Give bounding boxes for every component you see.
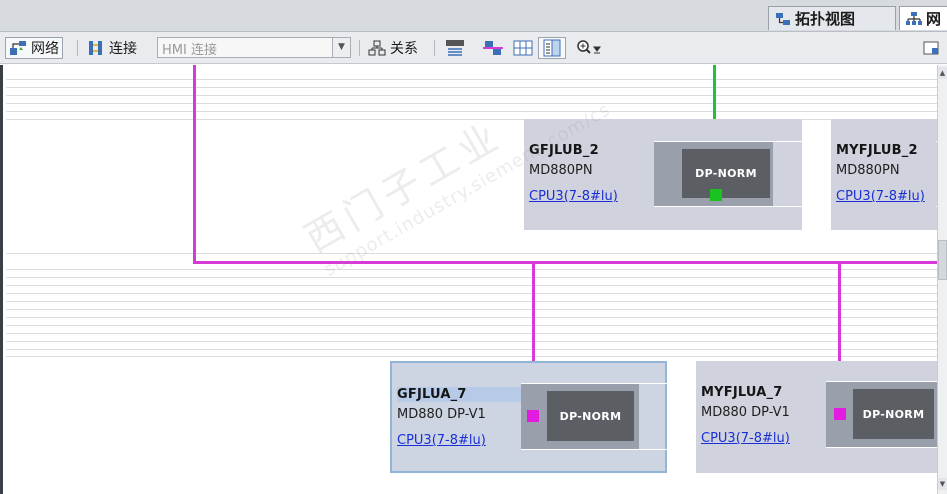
toolbar-separator xyxy=(77,40,78,56)
dp-norm-module[interactable]: DP-NORM xyxy=(853,389,934,439)
topology-view-icon xyxy=(776,12,790,25)
scroll-down-icon[interactable]: ▼ xyxy=(938,478,947,490)
rail-line xyxy=(6,111,937,112)
connection-mode-button[interactable]: 连接 xyxy=(83,37,141,59)
rail-line xyxy=(6,285,937,286)
device-myfjlub-2[interactable]: MYFJLUB_2 MD880PN CPU3(7-8#lu) xyxy=(831,119,937,230)
overview-panel-button[interactable] xyxy=(919,37,945,59)
rail-line xyxy=(6,309,937,310)
device-type: MD880 DP-V1 xyxy=(701,405,790,420)
rail-line xyxy=(6,277,937,278)
rail-line xyxy=(6,349,937,350)
connection-type-select[interactable]: HMI 连接 ▼ xyxy=(157,37,351,58)
connection-mode-icon xyxy=(89,41,102,55)
network-mode-label: 网络 xyxy=(31,41,59,57)
module-label: DP-NORM xyxy=(695,167,757,180)
tab-network-view[interactable]: 网 xyxy=(899,6,947,30)
table-view-button[interactable] xyxy=(538,37,566,59)
rail-line xyxy=(6,293,937,294)
scroll-up-icon[interactable]: ▲ xyxy=(938,67,947,79)
tab-network-label: 网 xyxy=(926,10,942,28)
rail-line xyxy=(6,103,937,104)
profinet-port[interactable] xyxy=(710,189,722,201)
dp-norm-module[interactable]: DP-NORM xyxy=(682,149,770,198)
device-name: MYFJLUA_7 xyxy=(701,385,783,400)
rail-line xyxy=(6,356,937,357)
zoom-in-icon xyxy=(577,40,601,54)
module-divider xyxy=(521,449,667,450)
device-myfjlua-7[interactable]: MYFJLUA_7 MD880 DP-V1 CPU3(7-8#lu) DP-NO… xyxy=(696,361,937,473)
relation-mode-button[interactable]: 关系 xyxy=(364,37,422,59)
relation-mode-label: 关系 xyxy=(390,41,418,57)
connection-mode-label: 连接 xyxy=(109,41,137,57)
zoom-button[interactable] xyxy=(572,37,608,59)
network-overview-icon xyxy=(483,41,503,55)
profibus-port[interactable] xyxy=(834,408,846,420)
rail-line xyxy=(6,269,937,270)
module-label: DP-NORM xyxy=(559,409,622,423)
network-mode-icon xyxy=(10,41,26,55)
relation-mode-icon xyxy=(368,40,386,56)
rail-line xyxy=(6,325,937,326)
toolbar-separator xyxy=(359,40,360,56)
vertical-scrollbar[interactable]: ▲ ▼ xyxy=(937,65,947,494)
tab-topology-view[interactable]: 拓扑视图 xyxy=(768,6,896,30)
view-tab-bar: 拓扑视图 网 xyxy=(0,0,947,32)
network-view-icon xyxy=(906,11,922,25)
module-divider xyxy=(654,206,802,207)
profibus-port[interactable] xyxy=(527,410,539,422)
toolbar-separator xyxy=(434,40,435,56)
show-names-button[interactable] xyxy=(440,37,470,59)
device-name: MYFJLUB_2 xyxy=(836,143,918,158)
network-toolbar: 网络 连接 HMI 连接 ▼ 关系 xyxy=(0,32,947,64)
grid-icon xyxy=(513,40,533,56)
rail-line xyxy=(6,95,937,96)
rail-line xyxy=(6,79,937,80)
profibus-subnet-line[interactable] xyxy=(193,261,937,264)
device-gfjlub-2[interactable]: GFJLUB_2 MD880PN CPU3(7-8#lu) DP-NORM xyxy=(524,119,802,230)
rail-line xyxy=(6,87,937,88)
rail-line xyxy=(6,317,937,318)
rail-line xyxy=(6,333,937,334)
grid-toggle-button[interactable] xyxy=(508,37,538,59)
chevron-down-icon[interactable]: ▼ xyxy=(332,38,350,57)
device-gfjlua-7[interactable]: GFJLUA_7 MD880 DP-V1 CPU3(7-8#lu) DP-NOR… xyxy=(390,361,667,473)
profibus-drop-line xyxy=(193,65,196,263)
device-type: MD880PN xyxy=(529,163,593,178)
device-controller-link[interactable]: CPU3(7-8#lu) xyxy=(529,189,618,204)
device-name: GFJLUB_2 xyxy=(529,143,599,158)
overview-panel-icon xyxy=(923,41,939,55)
module-divider xyxy=(826,447,937,448)
device-type: MD880PN xyxy=(836,163,900,178)
connection-type-value: HMI 连接 xyxy=(162,43,217,58)
device-controller-link[interactable]: CPU3(7-8#lu) xyxy=(836,189,925,204)
rail-line xyxy=(6,341,937,342)
rail-line xyxy=(6,301,937,302)
table-view-icon xyxy=(543,39,561,57)
device-controller-link[interactable]: CPU3(7-8#lu) xyxy=(701,431,790,446)
tab-topology-label: 拓扑视图 xyxy=(795,10,856,28)
name-tag-icon xyxy=(446,40,464,56)
dp-norm-module[interactable]: DP-NORM xyxy=(547,391,634,441)
scroll-thumb[interactable] xyxy=(938,240,947,280)
address-overview-button[interactable] xyxy=(478,37,508,59)
module-label: DP-NORM xyxy=(862,407,925,421)
rail-line xyxy=(6,253,937,254)
network-canvas[interactable]: GFJLUB_2 MD880PN CPU3(7-8#lu) DP-NORM MY… xyxy=(0,65,937,494)
device-name: GFJLUA_7 xyxy=(397,387,523,402)
device-type: MD880 DP-V1 xyxy=(397,407,486,422)
device-controller-link[interactable]: CPU3(7-8#lu) xyxy=(397,433,486,448)
network-mode-button[interactable]: 网络 xyxy=(5,37,63,59)
